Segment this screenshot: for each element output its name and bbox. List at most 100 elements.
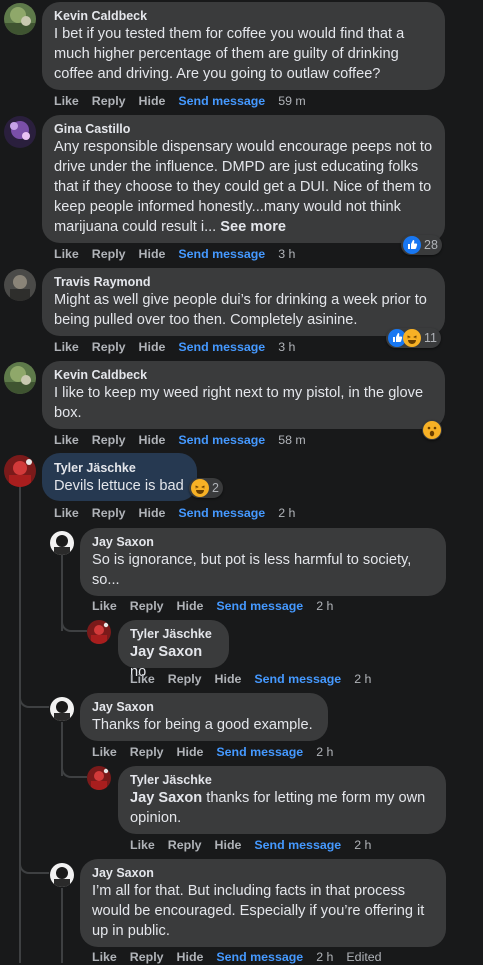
comment-author[interactable]: Tyler Jäschke	[54, 460, 185, 476]
like-button[interactable]: Like	[92, 950, 117, 964]
timestamp[interactable]: 2 h	[316, 950, 333, 964]
mention-link[interactable]: Jay Saxon	[130, 790, 202, 806]
send-message-button[interactable]: Send message	[254, 838, 341, 852]
edited-label[interactable]: Edited	[346, 950, 381, 964]
send-message-button[interactable]: Send message	[178, 94, 265, 108]
hide-button[interactable]: Hide	[177, 745, 204, 759]
comment-author[interactable]: Travis Raymond	[54, 274, 433, 290]
reply-button[interactable]: Reply	[130, 745, 164, 759]
reply-button[interactable]: Reply	[92, 94, 126, 108]
comment-bubble: Tyler Jäschke Devils lettuce is bad	[42, 453, 197, 501]
like-button[interactable]: Like	[130, 838, 155, 852]
haha-reaction-icon	[191, 479, 209, 497]
reply-author[interactable]: Jay Saxon	[92, 534, 434, 550]
reply-text: Thanks for being a good example.	[92, 717, 313, 733]
haha-reaction-icon	[403, 329, 421, 347]
comment-actions: Like Reply Hide Send message 59 m	[54, 93, 319, 109]
hide-button[interactable]: Hide	[139, 94, 166, 108]
reply-button[interactable]: Reply	[92, 506, 126, 520]
like-button[interactable]: Like	[92, 745, 117, 759]
hide-button[interactable]: Hide	[177, 950, 204, 964]
reply-button[interactable]: Reply	[92, 340, 126, 354]
reply-button[interactable]: Reply	[168, 672, 202, 686]
reply-author[interactable]: Jay Saxon	[92, 699, 316, 715]
comment-author[interactable]: Kevin Caldbeck	[54, 8, 433, 24]
like-button[interactable]: Like	[130, 672, 155, 686]
reply-button[interactable]: Reply	[92, 247, 126, 261]
reply-text: So is ignorance, but pot is less harmful…	[92, 552, 412, 588]
reply-button[interactable]: Reply	[92, 433, 126, 447]
reaction-summary[interactable]: 11	[386, 328, 441, 348]
wow-reaction-icon	[423, 421, 441, 439]
avatar[interactable]	[4, 116, 36, 148]
timestamp[interactable]: 3 h	[278, 340, 295, 354]
comment-bubble: Kevin Caldbeck I like to keep my weed ri…	[42, 361, 445, 429]
reply-bubble: Tyler Jäschke Jay Saxon thanks for letti…	[118, 766, 446, 834]
avatar[interactable]	[87, 766, 111, 790]
send-message-button[interactable]: Send message	[178, 433, 265, 447]
reply-bubble: Jay Saxon I’m all for that. But includin…	[80, 859, 446, 947]
reply-author[interactable]: Jay Saxon	[92, 865, 434, 881]
see-more-link[interactable]: See more	[220, 219, 286, 235]
send-message-button[interactable]: Send message	[178, 506, 265, 520]
reaction-count: 2	[212, 481, 219, 495]
like-button[interactable]: Like	[54, 433, 79, 447]
reaction-count: 28	[424, 238, 438, 252]
avatar[interactable]	[4, 362, 36, 394]
send-message-button[interactable]: Send message	[178, 340, 265, 354]
like-reaction-icon	[403, 236, 421, 254]
reply-actions: Like Reply Hide Send message 2 h	[92, 744, 346, 760]
thread-connector	[19, 690, 49, 708]
timestamp[interactable]: 2 h	[316, 599, 333, 613]
reply-author[interactable]: Tyler Jäschke	[130, 772, 434, 788]
avatar[interactable]	[50, 697, 74, 721]
timestamp[interactable]: 2 h	[316, 745, 333, 759]
reaction-summary[interactable]	[422, 420, 442, 440]
comment-actions: Like Reply Hide Send message 3 h	[54, 246, 308, 262]
reaction-summary[interactable]: 2	[189, 478, 223, 498]
hide-button[interactable]: Hide	[177, 599, 204, 613]
avatar[interactable]	[50, 863, 74, 887]
comment-author[interactable]: Kevin Caldbeck	[54, 367, 433, 383]
avatar[interactable]	[50, 531, 74, 555]
hide-button[interactable]: Hide	[139, 247, 166, 261]
reply-button[interactable]: Reply	[168, 838, 202, 852]
send-message-button[interactable]: Send message	[254, 672, 341, 686]
like-button[interactable]: Like	[54, 247, 79, 261]
reply-bubble: Tyler Jäschke Jay Saxon no	[118, 620, 229, 680]
hide-button[interactable]: Hide	[139, 340, 166, 354]
thread-connector	[61, 758, 87, 778]
send-message-button[interactable]: Send message	[216, 599, 303, 613]
avatar[interactable]	[87, 620, 111, 644]
mention-link[interactable]: Jay Saxon	[130, 644, 202, 660]
like-button[interactable]: Like	[92, 599, 117, 613]
timestamp[interactable]: 2 h	[354, 672, 371, 686]
hide-button[interactable]: Hide	[215, 838, 242, 852]
reply-author[interactable]: Tyler Jäschke	[130, 626, 217, 642]
like-button[interactable]: Like	[54, 506, 79, 520]
send-message-button[interactable]: Send message	[216, 745, 303, 759]
send-message-button[interactable]: Send message	[178, 247, 265, 261]
timestamp[interactable]: 2 h	[354, 838, 371, 852]
avatar[interactable]	[4, 455, 36, 487]
like-button[interactable]: Like	[54, 94, 79, 108]
avatar[interactable]	[4, 269, 36, 301]
comment-actions: Like Reply Hide Send message 2 h	[54, 505, 308, 521]
reply-button[interactable]: Reply	[130, 599, 164, 613]
timestamp[interactable]: 58 m	[278, 433, 306, 447]
reply-button[interactable]: Reply	[130, 950, 164, 964]
like-button[interactable]: Like	[54, 340, 79, 354]
comment-author[interactable]: Gina Castillo	[54, 121, 433, 137]
send-message-button[interactable]: Send message	[216, 950, 303, 964]
thread-line	[61, 888, 63, 963]
reply-text: I’m all for that. But including facts in…	[92, 883, 425, 939]
comment-bubble: Gina Castillo Any responsible dispensary…	[42, 115, 445, 243]
avatar[interactable]	[4, 3, 36, 35]
hide-button[interactable]: Hide	[139, 433, 166, 447]
hide-button[interactable]: Hide	[139, 506, 166, 520]
timestamp[interactable]: 59 m	[278, 94, 306, 108]
timestamp[interactable]: 2 h	[278, 506, 295, 520]
reaction-summary[interactable]: 28	[401, 235, 442, 255]
hide-button[interactable]: Hide	[215, 672, 242, 686]
timestamp[interactable]: 3 h	[278, 247, 295, 261]
